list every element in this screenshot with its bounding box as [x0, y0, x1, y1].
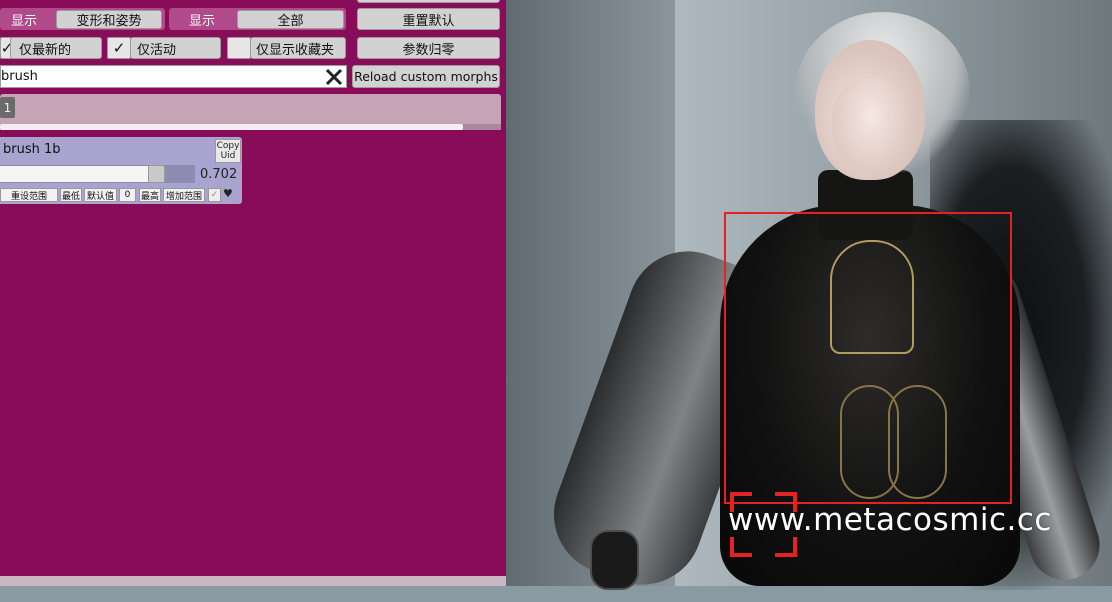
- default-button[interactable]: 默认值: [84, 188, 117, 202]
- reset-defaults-button[interactable]: 重置默认: [357, 8, 500, 30]
- close-icon[interactable]: [323, 66, 345, 87]
- only-active-toggle[interactable]: 仅活动: [130, 37, 221, 59]
- character-face: [832, 78, 910, 173]
- top-cut-button[interactable]: [357, 0, 500, 3]
- selection-box: [724, 212, 1012, 504]
- only-favorites-checkbox[interactable]: [227, 37, 251, 59]
- panel-bottom-edge: [0, 576, 506, 586]
- watermark-bracket: [730, 537, 734, 557]
- only-active-checkbox[interactable]: ✓: [107, 37, 131, 59]
- copy-uid-label: Copy: [216, 141, 240, 151]
- scrollbar-thumb[interactable]: [0, 124, 463, 130]
- search-input[interactable]: brush: [0, 65, 347, 88]
- filter-dropdown[interactable]: 全部: [237, 10, 344, 29]
- max-button[interactable]: 最高: [139, 188, 161, 202]
- zero-button[interactable]: 0: [119, 188, 136, 202]
- page-number[interactable]: 1: [0, 97, 15, 118]
- morph-value[interactable]: 0.702: [200, 167, 237, 182]
- character-hand: [590, 530, 639, 590]
- category-dropdown[interactable]: 变形和姿势: [56, 10, 162, 29]
- morph-slider-fill: [0, 166, 150, 182]
- watermark-bracket: [793, 537, 797, 557]
- show-filter-label: 显示: [188, 13, 215, 29]
- min-button[interactable]: 最低: [60, 188, 82, 202]
- watermark-text: www.metacosmic.cc: [728, 502, 1052, 538]
- morph-name: brush 1b: [3, 142, 61, 157]
- copy-uid-button[interactable]: Copy Uid: [215, 139, 241, 163]
- params-zero-button[interactable]: 参数归零: [357, 37, 500, 59]
- reload-custom-morphs-button[interactable]: Reload custom morphs: [352, 65, 500, 88]
- only-latest-toggle[interactable]: 仅最新的: [10, 37, 102, 59]
- show-category-label: 显示: [10, 13, 37, 29]
- morph-slider-handle[interactable]: [148, 165, 165, 183]
- reset-range-button[interactable]: 重设范围: [0, 188, 58, 202]
- favorite-checkbox[interactable]: ✓: [208, 188, 221, 202]
- increase-range-button[interactable]: 增加范围: [163, 188, 205, 202]
- heart-icon[interactable]: ♥: [223, 187, 233, 200]
- copy-uid-label: Uid: [220, 151, 236, 161]
- only-favorites-toggle[interactable]: 仅显示收藏夹: [250, 37, 346, 59]
